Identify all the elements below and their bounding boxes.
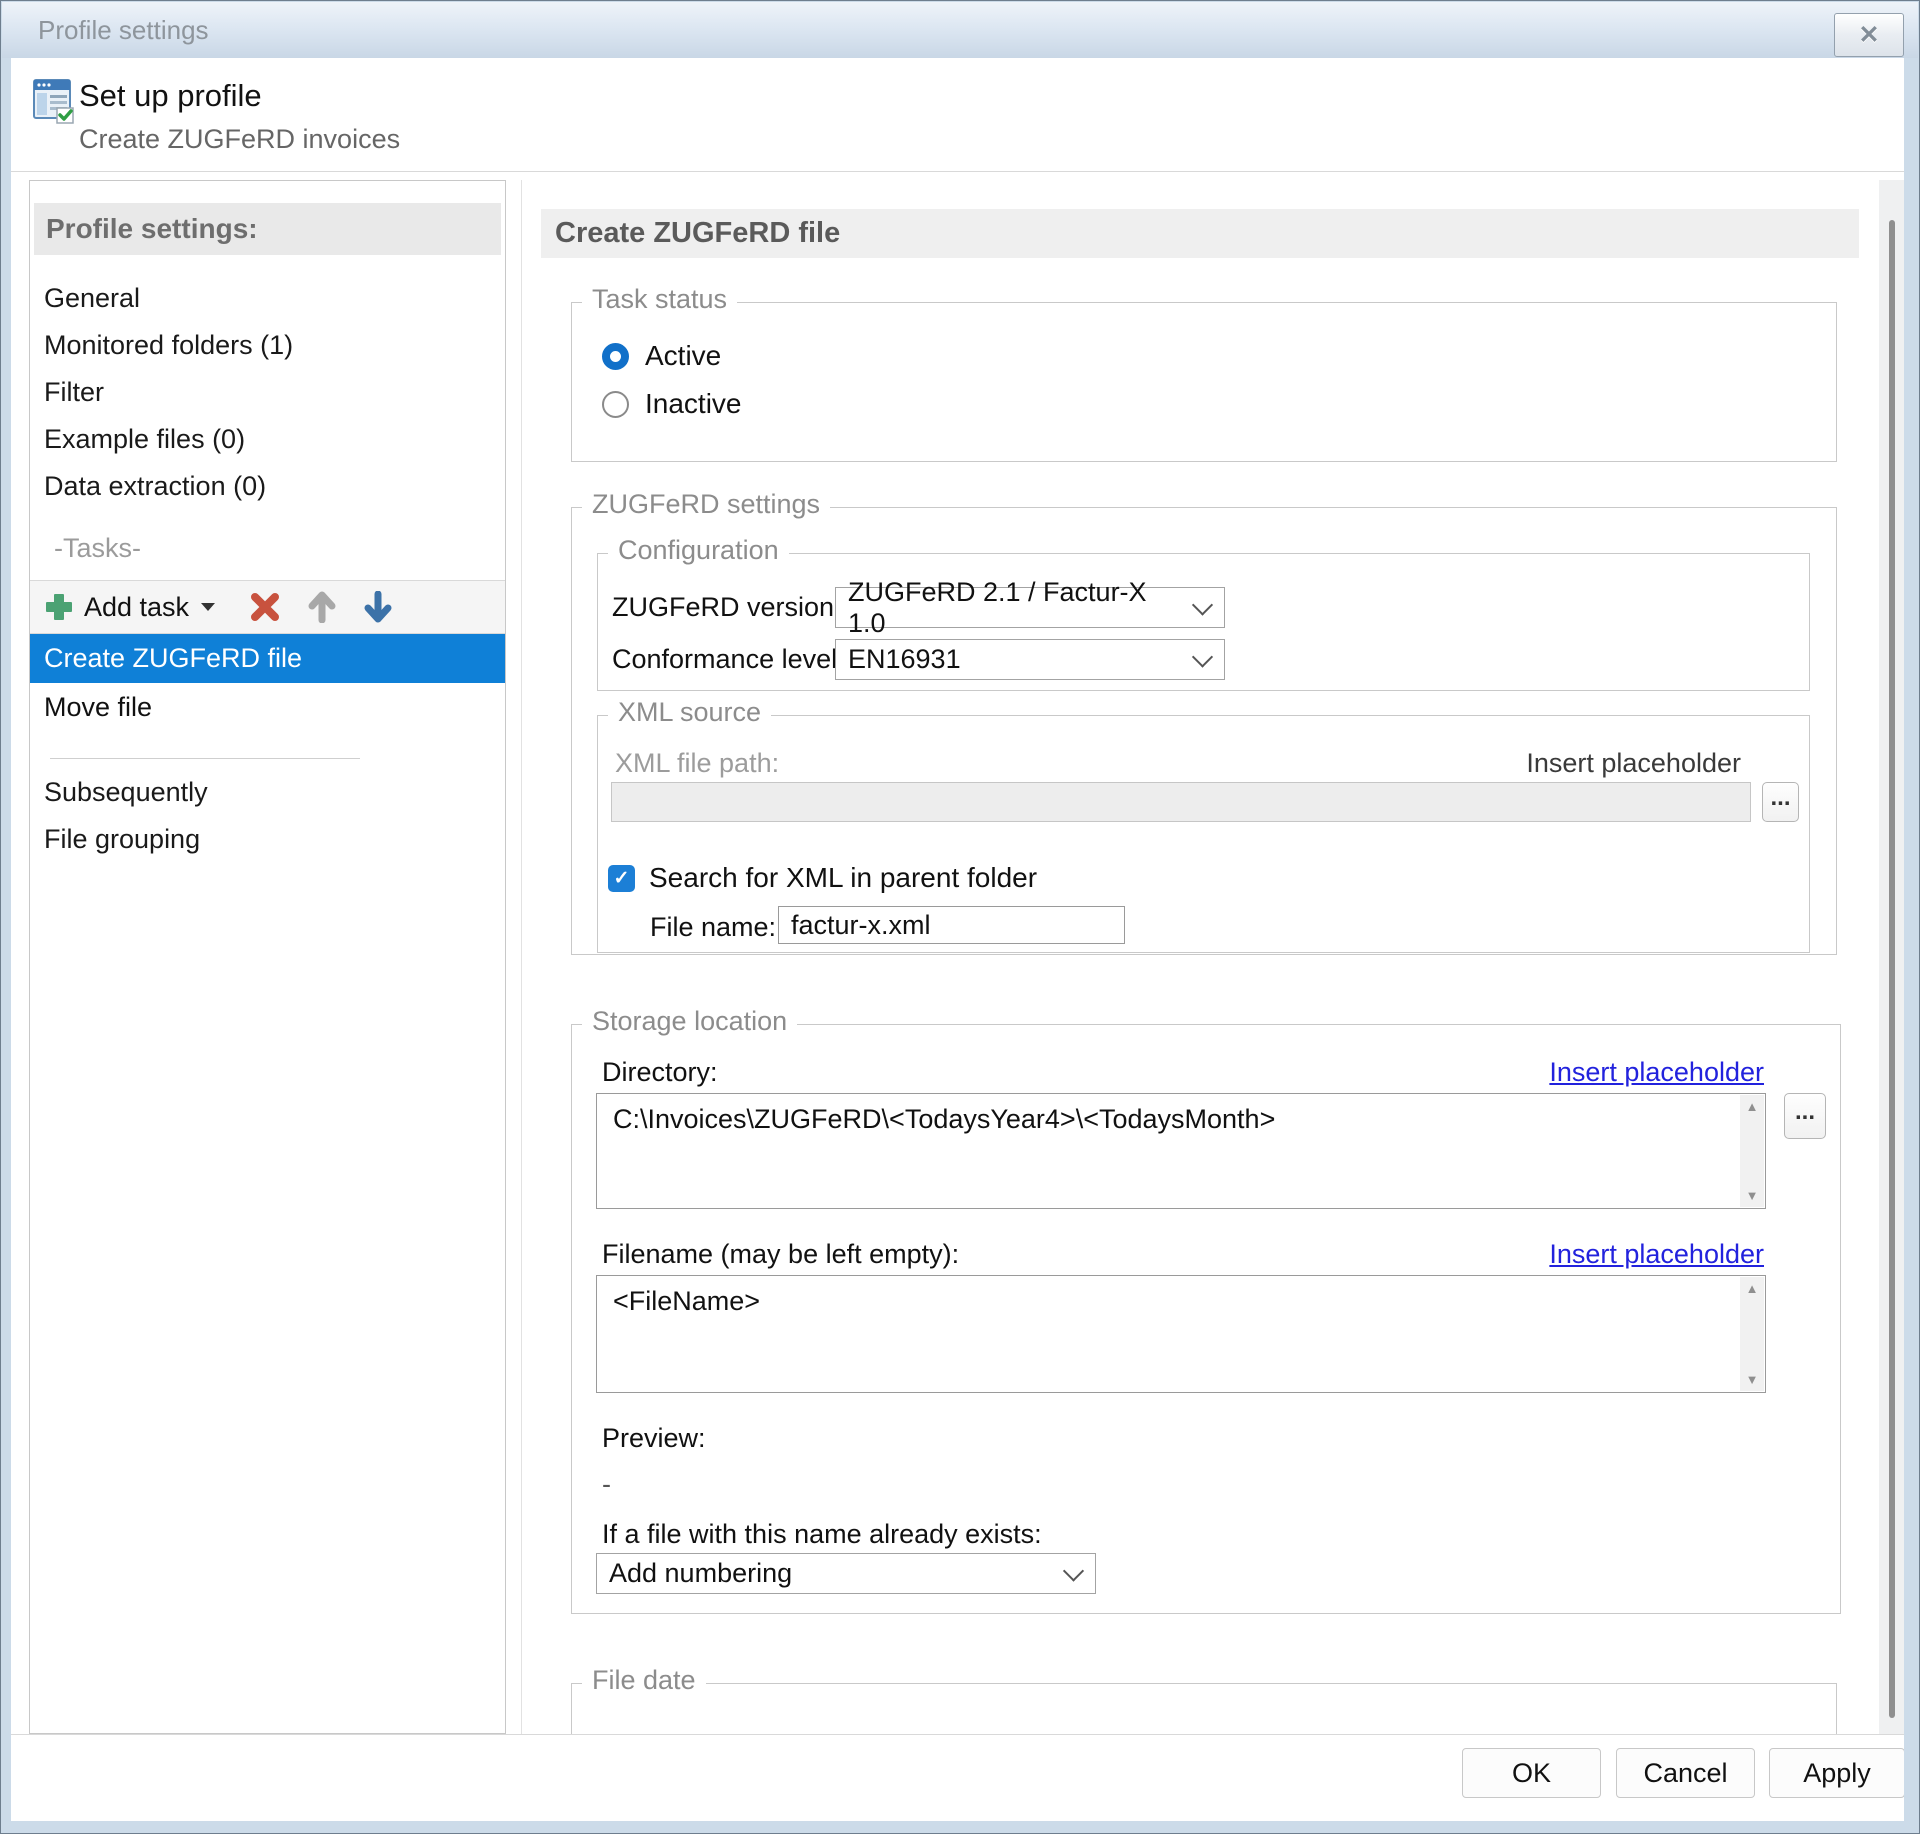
search-xml-checkbox-label: Search for XML in parent folder bbox=[649, 862, 1037, 894]
file-date-legend: File date bbox=[582, 1665, 706, 1696]
task-item-move-file[interactable]: Move file bbox=[30, 683, 505, 732]
delete-task-button[interactable] bbox=[239, 581, 291, 633]
main-scrollbar-track[interactable] bbox=[1879, 180, 1904, 1734]
directory-scrollbar[interactable] bbox=[1740, 1095, 1764, 1207]
sidebar-header: Profile settings: bbox=[34, 203, 501, 255]
chevron-down-icon bbox=[1063, 1560, 1084, 1581]
sidebar-item-example-files[interactable]: Example files (0) bbox=[30, 416, 505, 463]
xml-source-group: XML source XML file path: Insert placeho… bbox=[597, 715, 1810, 953]
button-bar: OK Cancel Apply bbox=[11, 1734, 1904, 1821]
directory-label: Directory: bbox=[602, 1057, 718, 1088]
xml-file-path-label: XML file path: bbox=[615, 748, 779, 779]
apply-button[interactable]: Apply bbox=[1769, 1748, 1904, 1798]
chevron-down-icon bbox=[1192, 594, 1213, 615]
inactive-radio-label: Inactive bbox=[645, 388, 742, 420]
title-bar[interactable]: Profile settings bbox=[2, 2, 1918, 58]
zugferd-settings-legend: ZUGFeRD settings bbox=[582, 489, 830, 520]
move-task-down-button[interactable] bbox=[353, 581, 403, 633]
preview-value: - bbox=[602, 1469, 611, 1500]
inactive-radio[interactable] bbox=[602, 391, 629, 418]
conformance-level-label: Conformance level: bbox=[612, 644, 845, 675]
add-task-dropdown-caret-icon bbox=[201, 603, 215, 611]
active-radio[interactable] bbox=[602, 343, 629, 370]
tasks-section-label: -Tasks- bbox=[30, 525, 505, 572]
move-task-up-button[interactable] bbox=[297, 581, 347, 633]
sidebar-item-general[interactable]: General bbox=[30, 275, 505, 322]
storage-location-group: Storage location Directory: Insert place… bbox=[571, 1024, 1841, 1614]
file-exists-value: Add numbering bbox=[609, 1558, 792, 1589]
zugferd-version-select[interactable]: ZUGFeRD 2.1 / Factur-X 1.0 bbox=[835, 587, 1225, 628]
task-item-create-zugferd-file[interactable]: Create ZUGFeRD file bbox=[30, 634, 505, 683]
delete-icon bbox=[249, 592, 281, 622]
file-name-label: File name: bbox=[650, 912, 776, 943]
configuration-legend: Configuration bbox=[608, 535, 789, 566]
directory-textarea[interactable]: C:\Invoices\ZUGFeRD\<TodaysYear4>\<Today… bbox=[596, 1093, 1766, 1209]
zugferd-settings-group: ZUGFeRD settings Configuration ZUGFeRD v… bbox=[571, 507, 1837, 955]
sidebar-item-filter[interactable]: Filter bbox=[30, 369, 505, 416]
add-task-label: Add task bbox=[84, 592, 189, 623]
page-title: Set up profile bbox=[79, 78, 262, 114]
dialog-content: Profile settings: General Monitored fold… bbox=[11, 172, 1904, 1734]
filename-insert-placeholder-link[interactable]: Insert placeholder bbox=[1549, 1239, 1764, 1270]
task-status-group: Task status Active Inactive bbox=[571, 302, 1837, 462]
file-date-group: File date bbox=[571, 1683, 1837, 1734]
active-radio-label: Active bbox=[645, 340, 721, 372]
xml-source-legend: XML source bbox=[608, 697, 771, 728]
xml-browse-button[interactable]: ... bbox=[1762, 782, 1799, 822]
conformance-level-select[interactable]: EN16931 bbox=[835, 639, 1225, 680]
move-down-icon bbox=[363, 591, 393, 623]
sidebar-item-data-extraction[interactable]: Data extraction (0) bbox=[30, 463, 505, 510]
filename-value: <FileName> bbox=[613, 1286, 1725, 1317]
window-title: Profile settings bbox=[38, 2, 209, 58]
add-task-button[interactable]: Add task bbox=[30, 581, 225, 633]
file-exists-label: If a file with this name already exists: bbox=[602, 1519, 1042, 1550]
chevron-down-icon bbox=[1192, 646, 1213, 667]
close-button[interactable]: ✕ bbox=[1834, 13, 1904, 57]
dialog-header: Set up profile Create ZUGFeRD invoices bbox=[11, 58, 1904, 172]
dialog-window: Profile settings ✕ Set up profile Create… bbox=[0, 0, 1920, 1834]
search-xml-checkbox[interactable] bbox=[608, 865, 635, 892]
zugferd-version-label: ZUGFeRD version: bbox=[612, 592, 842, 623]
add-icon bbox=[44, 592, 74, 622]
sidebar-panel: Profile settings: General Monitored fold… bbox=[29, 180, 506, 1734]
file-exists-select[interactable]: Add numbering bbox=[596, 1553, 1096, 1594]
sidebar-item-monitored-folders[interactable]: Monitored folders (1) bbox=[30, 322, 505, 369]
task-status-legend: Task status bbox=[582, 284, 737, 315]
sidebar-separator bbox=[50, 758, 360, 759]
move-up-icon bbox=[307, 591, 337, 623]
xml-insert-placeholder[interactable]: Insert placeholder bbox=[1526, 748, 1741, 779]
task-toolbar: Add task bbox=[30, 580, 505, 634]
directory-insert-placeholder-link[interactable]: Insert placeholder bbox=[1549, 1057, 1764, 1088]
conformance-level-value: EN16931 bbox=[848, 644, 961, 675]
ok-button[interactable]: OK bbox=[1462, 1748, 1601, 1798]
filename-label: Filename (may be left empty): bbox=[602, 1239, 959, 1270]
directory-value: C:\Invoices\ZUGFeRD\<TodaysYear4>\<Today… bbox=[613, 1104, 1725, 1135]
main-panel-title: Create ZUGFeRD file bbox=[541, 209, 1859, 258]
sidebar-item-subsequently[interactable]: Subsequently bbox=[30, 769, 505, 816]
sidebar-item-file-grouping[interactable]: File grouping bbox=[30, 816, 505, 863]
page-subtitle: Create ZUGFeRD invoices bbox=[79, 124, 400, 155]
filename-scrollbar[interactable] bbox=[1740, 1277, 1764, 1391]
xml-file-path-input[interactable] bbox=[611, 782, 1751, 822]
configuration-group: Configuration ZUGFeRD version: ZUGFeRD 2… bbox=[597, 553, 1810, 691]
main-scrollbar-thumb[interactable] bbox=[1889, 220, 1895, 1718]
directory-browse-button[interactable]: ... bbox=[1784, 1093, 1826, 1139]
panel-divider bbox=[521, 180, 522, 1734]
zugferd-version-value: ZUGFeRD 2.1 / Factur-X 1.0 bbox=[848, 577, 1180, 639]
profile-window-icon bbox=[33, 76, 77, 126]
dialog-client-area: Set up profile Create ZUGFeRD invoices P… bbox=[11, 58, 1904, 1821]
filename-textarea[interactable]: <FileName> bbox=[596, 1275, 1766, 1393]
storage-location-legend: Storage location bbox=[582, 1006, 797, 1037]
cancel-button[interactable]: Cancel bbox=[1616, 1748, 1755, 1798]
file-name-input[interactable]: factur-x.xml bbox=[778, 906, 1125, 944]
preview-label: Preview: bbox=[602, 1423, 706, 1454]
